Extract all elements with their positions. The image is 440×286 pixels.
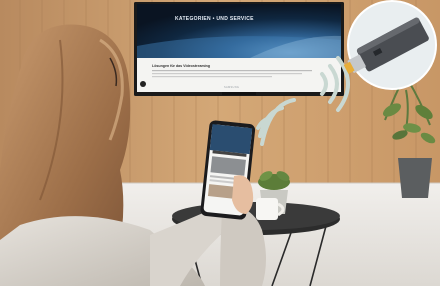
- tv-hero-title: KATEGORIEN • UND SERVICE: [175, 16, 254, 22]
- tv-page-heading: Lösungen für das Videostreaming: [152, 64, 211, 68]
- scene-art: [0, 0, 440, 286]
- tv-brand-logo: SAMSUNG: [224, 86, 240, 89]
- photo-scene: KATEGORIEN • UND SERVICE Lösungen für da…: [0, 0, 440, 286]
